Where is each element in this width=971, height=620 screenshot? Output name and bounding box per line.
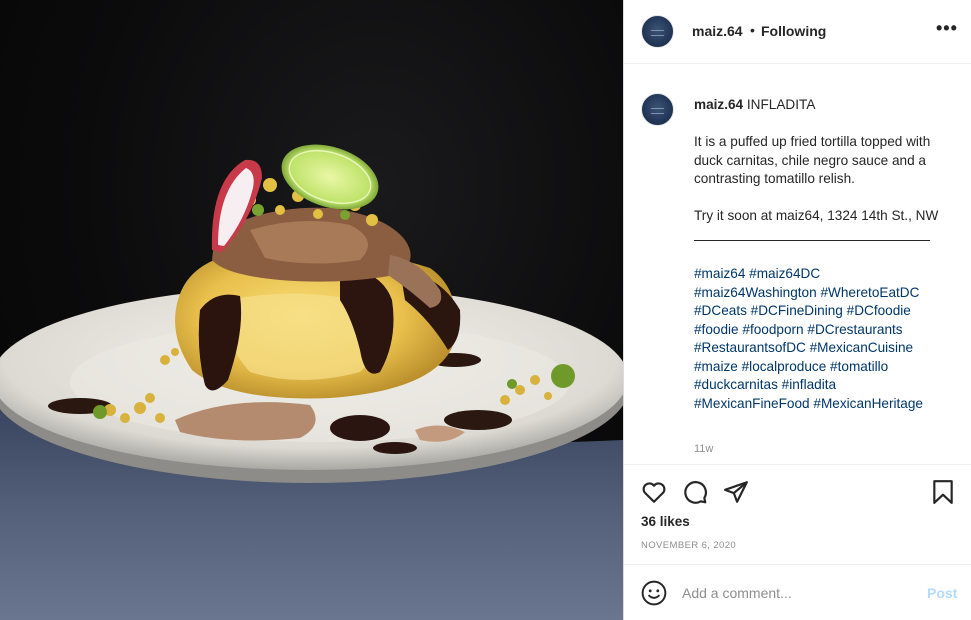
caption-paragraph-1: It is a puffed up fried tortilla topped … [694,134,935,186]
caption-divider [694,240,930,241]
post-date[interactable]: NOVEMBER 6, 2020 [641,540,736,551]
post-comment-button[interactable]: Post [927,585,957,601]
hashtag-link[interactable]: #tomatillo [830,359,888,374]
hashtag-link[interactable]: #infladita [782,377,836,392]
hashtag-link[interactable]: #MexicanFineFood [694,396,810,411]
hashtag-link[interactable]: #DCfoodie [847,303,911,318]
hashtag-link[interactable]: #foodie [694,322,739,337]
more-options-icon[interactable]: ••• [936,18,958,39]
hashtag-link[interactable]: #MexicanCuisine [810,340,914,355]
caption-username[interactable]: maiz.64 [694,97,743,112]
caption-title: INFLADITA [746,97,816,112]
hashtag-link[interactable]: #maiz64Washington [694,285,817,300]
hashtag-link[interactable]: #RestaurantsofDC [694,340,806,355]
hashtag-link[interactable]: #maiz64DC [749,266,820,281]
hashtag-link[interactable]: #localproduce [742,359,827,374]
bookmark-icon[interactable] [930,479,956,505]
post-photo[interactable] [0,0,623,620]
action-bar: 36 likes NOVEMBER 6, 2020 [624,464,971,564]
header-separator: • [750,22,755,38]
food-image [0,144,623,620]
hashtag-link[interactable]: #maize [694,359,738,374]
like-count[interactable]: 36 likes [641,514,690,529]
smiley-icon[interactable] [641,580,667,606]
post-sidebar: maiz.64 • Following ••• maiz.64 INFLADIT… [623,0,971,620]
hashtag-link[interactable]: #DCeats [694,303,747,318]
comment-icon[interactable] [682,479,708,505]
hashtag-link[interactable]: #MexicanHeritage [813,396,923,411]
following-button[interactable]: Following [761,23,826,39]
caption-paragraph-2: Try it soon at maiz64, 1324 14th St., NW [694,208,939,223]
post-age[interactable]: 11w [694,443,713,455]
hashtag-link[interactable]: #duckcarnitas [694,377,778,392]
hashtag-link[interactable]: #WheretoEatDC [820,285,919,300]
hashtag-list: #maiz64 #maiz64DC #maiz64Washington #Whe… [694,265,944,413]
author-username[interactable]: maiz.64 [692,23,743,39]
hashtag-link[interactable]: #maiz64 [694,266,745,281]
caption-avatar[interactable] [641,93,674,126]
author-avatar[interactable] [641,15,674,48]
caption-section: maiz.64 INFLADITA It is a puffed up frie… [624,65,971,463]
hashtag-link[interactable]: #DCrestaurants [807,322,902,337]
comment-box: Post [624,564,971,620]
heart-icon[interactable] [641,479,667,505]
hashtag-link[interactable]: #DCFineDining [751,303,843,318]
comment-input[interactable] [682,582,912,604]
caption-text: maiz.64 INFLADITA It is a puffed up frie… [694,96,944,413]
hashtag-link[interactable]: #foodporn [742,322,803,337]
post-header: maiz.64 • Following ••• [624,0,971,64]
share-icon[interactable] [723,479,749,505]
